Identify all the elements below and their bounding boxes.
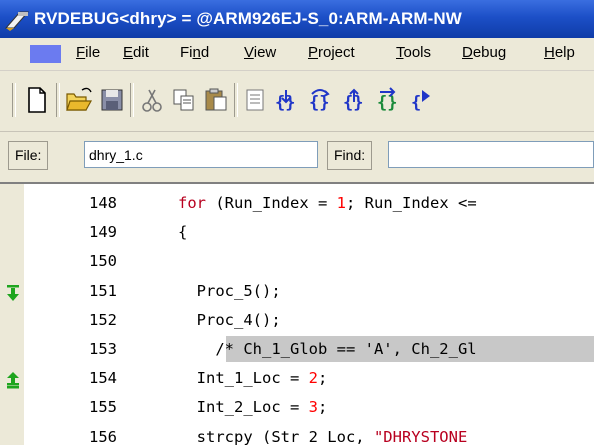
toolbar-separator — [130, 83, 134, 117]
code-text: Int_2_Loc = 3; — [178, 393, 328, 422]
code-text: { — [178, 218, 187, 247]
toolbar: {} {} {} {} { — [0, 71, 594, 132]
menu-view[interactable]: View — [244, 44, 276, 61]
title-bar[interactable]: RVDEBUG<dhry> = @ARM926EJ-S_0:ARM-ARM-NW — [0, 0, 594, 38]
file-find-bar: File: dhry_1.c Find: — [0, 132, 594, 184]
find-input[interactable] — [388, 141, 594, 168]
number-literal: 2 — [308, 369, 318, 388]
window-title: RVDEBUG<dhry> = @ARM926EJ-S_0:ARM-ARM-NW — [34, 9, 462, 28]
code-token: Int_1_Loc = — [178, 369, 309, 388]
open-folder-icon[interactable] — [64, 82, 93, 118]
debugger-window: RVDEBUG<dhry> = @ARM926EJ-S_0:ARM-ARM-NW… — [0, 0, 594, 445]
string-literal: "DHRYSTONE — [373, 427, 468, 445]
menu-debug[interactable]: Debug — [462, 44, 506, 61]
code-text: /* Ch_1_Glob == 'A', Ch_2_Gl — [178, 335, 477, 364]
code-line[interactable]: 150 — [0, 247, 594, 276]
line-number: 151 — [89, 281, 117, 300]
paste-icon[interactable] — [202, 82, 230, 118]
code-token: Proc_5(); — [178, 281, 281, 300]
code-line[interactable]: 153 /* Ch_1_Glob == 'A', Ch_2_Gl — [0, 335, 594, 364]
keyword: for — [178, 194, 206, 212]
code-line[interactable]: 154 Int_1_Loc = 2; — [0, 364, 594, 393]
code-token: strcpy (Str_2_Loc, — [178, 427, 374, 445]
step-arrow-icon[interactable] — [6, 283, 20, 301]
code-token: /* Ch_1_Glob == 'A', Ch_2_Gl — [178, 340, 477, 358]
number-literal: 3 — [308, 398, 318, 417]
code-text: Proc_5(); — [178, 277, 281, 306]
code-text: Proc_4(); — [178, 306, 281, 335]
toolbar-separator — [234, 83, 238, 117]
line-number: 154 — [89, 369, 117, 388]
svg-text:{: { — [411, 93, 421, 113]
line-number: 155 — [89, 398, 117, 417]
code-token: ; — [318, 369, 328, 388]
number-literal: 1 — [336, 194, 346, 212]
menu-bar: File Edit Find View Project Tools Debug … — [0, 38, 594, 71]
code-text: for (Run_Index = 1; Run_Index <= — [178, 189, 477, 218]
save-icon[interactable] — [98, 82, 126, 118]
line-number: 153 — [89, 340, 117, 358]
file-label: File: — [8, 141, 49, 170]
code-token: Proc_4(); — [178, 310, 281, 329]
code-token: Int_2_Loc = — [178, 398, 309, 417]
code-line[interactable]: 152 Proc_4(); — [0, 306, 594, 335]
app-icon — [4, 8, 30, 32]
code-token: { — [178, 223, 188, 242]
code-token: (Run_Index = — [206, 194, 337, 212]
code-line[interactable]: 148 for (Run_Index = 1; Run_Index <= — [0, 189, 594, 218]
code-line[interactable]: 149 { — [0, 218, 594, 247]
code-text: Int_1_Loc = 2; — [178, 364, 328, 393]
find-label: Find: — [327, 141, 373, 170]
line-number: 148 — [89, 194, 117, 212]
toolbar-separator — [12, 83, 16, 117]
file-input[interactable]: dhry_1.c — [84, 141, 318, 168]
new-file-icon[interactable] — [22, 82, 50, 118]
menu-project[interactable]: Project — [308, 44, 355, 61]
run-icon[interactable]: { — [408, 82, 436, 118]
code-text: strcpy (Str_2_Loc, "DHRYSTONE — [178, 423, 468, 445]
toolbar-separator — [56, 83, 60, 117]
source-code-view[interactable]: 148 for (Run_Index = 1; Run_Index <= 149 {1… — [0, 184, 594, 445]
menu-find[interactable]: Find — [180, 44, 209, 61]
document-icon[interactable] — [30, 45, 61, 63]
menu-file[interactable]: File — [76, 44, 100, 61]
code-token: ; — [318, 398, 328, 417]
code-line[interactable]: 151 Proc_5(); — [0, 277, 594, 306]
code-line[interactable]: 155 Int_2_Loc = 3; — [0, 393, 594, 422]
code-line[interactable]: 156 strcpy (Str_2_Loc, "DHRYSTONE — [0, 423, 594, 445]
line-number: 150 — [89, 252, 117, 271]
cut-icon[interactable] — [138, 82, 166, 118]
line-number: 152 — [89, 310, 117, 329]
menu-edit[interactable]: Edit — [123, 44, 149, 61]
step-out-icon[interactable]: {} — [340, 82, 368, 118]
breakpoint-list-icon[interactable] — [242, 82, 270, 118]
svg-text:{}: {} — [309, 93, 329, 113]
step-return-icon[interactable]: {} — [374, 82, 402, 118]
copy-icon[interactable] — [170, 82, 198, 118]
code-token: ; Run_Index <= — [346, 194, 477, 212]
menu-help[interactable]: Help — [544, 44, 575, 61]
svg-text:{}: {} — [377, 93, 397, 113]
line-number: 156 — [89, 427, 117, 445]
line-number: 149 — [89, 223, 117, 242]
menu-tools[interactable]: Tools — [396, 44, 431, 61]
step-into-icon[interactable]: {} — [272, 82, 300, 118]
step-over-icon[interactable]: {} — [306, 82, 334, 118]
breakpoint-arrow-icon[interactable] — [6, 370, 20, 389]
